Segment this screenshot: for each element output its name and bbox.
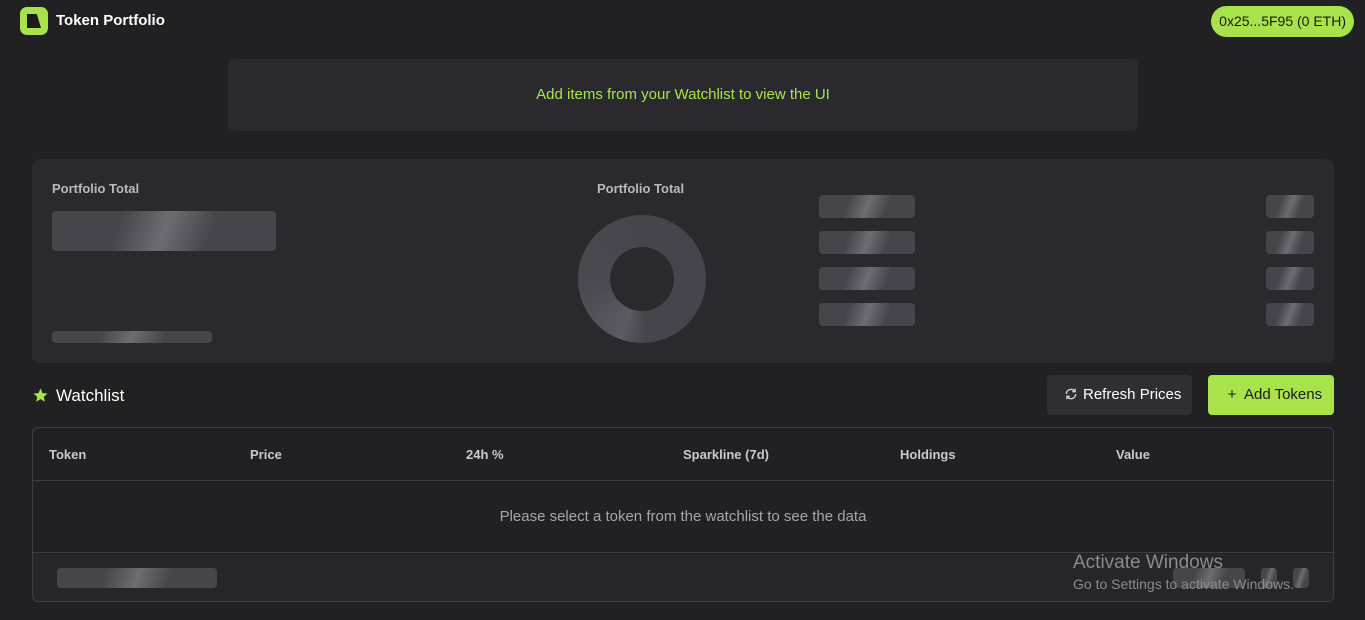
column-24h-change: 24h % — [466, 447, 504, 462]
pagination-skeleton — [1173, 568, 1245, 588]
refresh-icon — [1061, 375, 1081, 415]
legend-value-skeleton — [1266, 303, 1314, 326]
legend-value-skeleton — [1266, 231, 1314, 254]
column-sparkline: Sparkline (7d) — [683, 447, 769, 462]
legend-name-skeleton — [819, 231, 915, 254]
portfolio-total-label: Portfolio Total — [52, 181, 140, 196]
next-page-skeleton — [1293, 568, 1309, 588]
refresh-prices-button[interactable]: Refresh Prices — [1047, 375, 1192, 415]
table-footer — [33, 554, 1333, 601]
star-icon — [33, 388, 48, 402]
column-value: Value — [1116, 447, 1150, 462]
portfolio-total-skeleton — [52, 211, 276, 251]
column-holdings: Holdings — [900, 447, 956, 462]
column-token: Token — [49, 447, 87, 462]
wallet-button[interactable]: 0x25...5F95 (0 ETH) — [1211, 6, 1354, 37]
legend-name-skeleton — [819, 303, 915, 326]
prev-page-skeleton — [1261, 568, 1277, 588]
logo-icon — [20, 7, 48, 35]
portfolio-updated-skeleton — [52, 331, 212, 343]
portfolio-card: Portfolio Total Portfolio Total — [32, 159, 1334, 363]
table-empty-message: Please select a token from the watchlist… — [33, 481, 1333, 553]
add-tokens-button[interactable]: + Add Tokens — [1208, 375, 1334, 415]
add-tokens-label: Add Tokens — [1244, 386, 1323, 403]
app-header: Token Portfolio 0x25...5F95 (0 ETH) — [0, 0, 1365, 44]
column-price: Price — [250, 447, 282, 462]
portfolio-donut-chart — [578, 215, 706, 343]
legend-name-skeleton — [819, 195, 915, 218]
watchlist-notice: Add items from your Watchlist to view th… — [228, 59, 1138, 131]
legend-name-skeleton — [819, 267, 915, 290]
table-header: Token Price 24h % Sparkline (7d) Holding… — [33, 428, 1333, 481]
watchlist-table: Token Price 24h % Sparkline (7d) Holding… — [32, 427, 1334, 602]
app-title: Token Portfolio — [56, 12, 165, 29]
watchlist-title: Watchlist — [56, 386, 125, 405]
refresh-prices-label: Refresh Prices — [1083, 386, 1182, 403]
plus-icon: + — [1227, 386, 1237, 403]
legend-value-skeleton — [1266, 267, 1314, 290]
portfolio-chart-label: Portfolio Total — [597, 181, 685, 196]
legend-value-skeleton — [1266, 195, 1314, 218]
pagination-info-skeleton — [57, 568, 217, 588]
